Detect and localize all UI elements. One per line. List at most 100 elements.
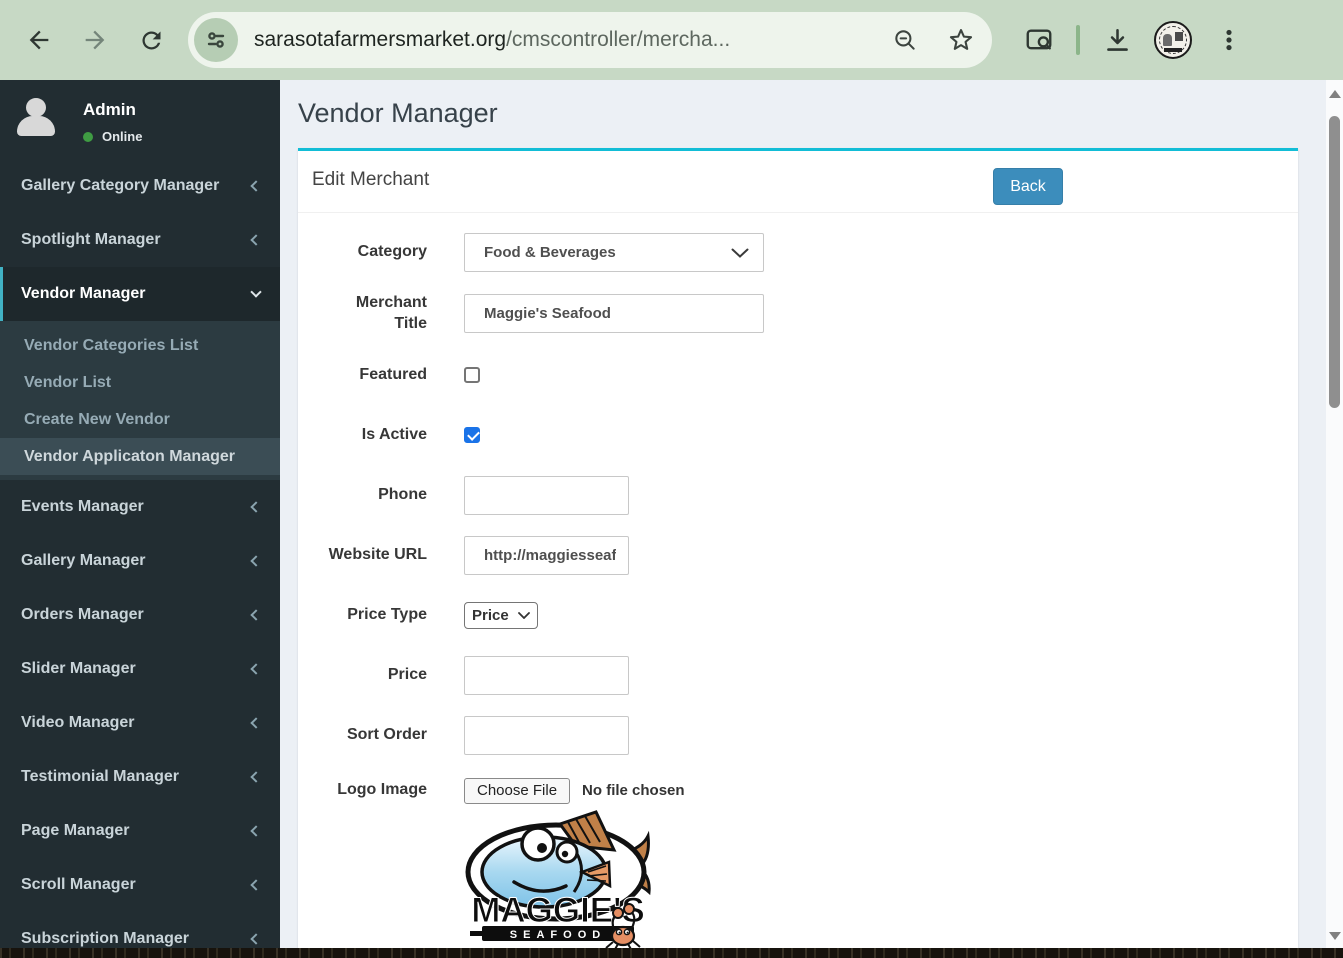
url-text[interactable]: sarasotafarmersmarket.org/cmscontroller/… bbox=[254, 28, 880, 52]
chevron-down-icon bbox=[518, 611, 530, 619]
sort-order-label: Sort Order bbox=[346, 725, 427, 743]
user-panel: Admin Online bbox=[0, 80, 280, 159]
online-status-icon bbox=[83, 131, 93, 142]
sidebar-item-scroll-manager[interactable]: Scroll Manager bbox=[0, 858, 280, 912]
website-url-input[interactable] bbox=[464, 535, 629, 575]
page-bottom-strip bbox=[0, 948, 1343, 958]
scroll-down-arrow[interactable] bbox=[1329, 932, 1341, 940]
category-label: Category bbox=[357, 243, 427, 261]
chevron-left-icon bbox=[250, 825, 262, 837]
sidebar-item-label: Video Manager bbox=[21, 714, 135, 731]
sidebar-item-gallery-manager[interactable]: Gallery Manager bbox=[0, 534, 280, 588]
merchant-logo-image: MAGGIE'S SEAFOOD bbox=[464, 809, 1298, 956]
chevron-left-icon bbox=[250, 180, 262, 192]
submenu-item-label: Create New Vendor bbox=[24, 410, 170, 428]
content-area: Vendor Manager Edit Merchant Back Catego… bbox=[280, 80, 1343, 952]
submenu-item-label: Vendor Categories List bbox=[24, 336, 199, 354]
sidebar-item-video-manager[interactable]: Video Manager bbox=[0, 696, 280, 750]
file-status-text: No file chosen bbox=[582, 782, 685, 800]
category-select[interactable]: Food & Beverages bbox=[464, 233, 764, 272]
chevron-left-icon bbox=[250, 234, 262, 246]
sidebar-item-testimonial-manager[interactable]: Testimonial Manager bbox=[0, 750, 280, 804]
side-panel-search-icon[interactable] bbox=[1024, 25, 1054, 55]
download-icon[interactable] bbox=[1102, 25, 1132, 55]
reload-icon[interactable] bbox=[136, 25, 166, 55]
sidebar-item-label: Gallery Manager bbox=[21, 552, 146, 569]
extension-divider bbox=[1076, 25, 1080, 55]
sidebar-item-slider-manager[interactable]: Slider Manager bbox=[0, 642, 280, 696]
admin-sidebar: Admin Online Gallery Category Manager Sp… bbox=[0, 80, 280, 948]
merchant-title-input[interactable] bbox=[464, 294, 764, 334]
user-name: Admin bbox=[83, 100, 136, 119]
chevron-left-icon bbox=[250, 609, 262, 621]
edit-merchant-form: Category Food & Beverages Merchant Title… bbox=[298, 213, 1298, 956]
merchant-title-label: Merchant Title bbox=[355, 294, 427, 332]
sidebar-item-page-manager[interactable]: Page Manager bbox=[0, 804, 280, 858]
logo-text-secondary: SEAFOOD bbox=[510, 929, 606, 941]
chevron-left-icon bbox=[250, 501, 262, 513]
page-title: Vendor Manager bbox=[298, 98, 498, 128]
sidebar-item-vendor-manager[interactable]: Vendor Manager bbox=[0, 267, 280, 321]
url-bar[interactable]: sarasotafarmersmarket.org/cmscontroller/… bbox=[188, 12, 992, 68]
site-controls-icon[interactable] bbox=[194, 18, 238, 62]
chevron-down-icon bbox=[250, 286, 262, 298]
chevron-left-icon bbox=[250, 771, 262, 783]
url-path: /cmscontroller/mercha... bbox=[506, 28, 731, 51]
vertical-scrollbar[interactable] bbox=[1326, 80, 1343, 948]
browser-toolbar: sarasotafarmersmarket.org/cmscontroller/… bbox=[0, 0, 1343, 80]
chevron-down-icon bbox=[731, 248, 749, 258]
online-status-label: Online bbox=[102, 129, 143, 144]
bookmark-star-icon[interactable] bbox=[946, 25, 976, 55]
price-input[interactable] bbox=[464, 655, 629, 695]
chevron-left-icon bbox=[250, 879, 262, 891]
sidebar-item-label: Events Manager bbox=[21, 498, 144, 515]
sidebar-item-label: Scroll Manager bbox=[21, 876, 136, 893]
browser-menu-icon[interactable] bbox=[1214, 25, 1244, 55]
sort-order-input[interactable] bbox=[464, 715, 629, 755]
price-label: Price bbox=[387, 665, 427, 683]
chevron-left-icon bbox=[250, 663, 262, 675]
sidebar-item-label: Orders Manager bbox=[21, 606, 144, 623]
sidebar-item-label: Testimonial Manager bbox=[21, 768, 179, 785]
choose-file-button[interactable]: Choose File bbox=[464, 777, 571, 804]
website-url-label: Website URL bbox=[328, 545, 427, 563]
logo-image-label: Logo Image bbox=[337, 781, 427, 799]
is-active-checkbox[interactable] bbox=[464, 427, 480, 444]
chevron-left-icon bbox=[250, 717, 262, 729]
sidebar-item-label: Subscription Manager bbox=[21, 930, 190, 947]
submenu-item-vendor-application-manager[interactable]: Vendor Applicaton Manager bbox=[0, 438, 280, 475]
price-type-label: Price Type bbox=[347, 605, 427, 623]
sidebar-item-orders-manager[interactable]: Orders Manager bbox=[0, 588, 280, 642]
sidebar-item-label: Slider Manager bbox=[21, 660, 136, 677]
scrollbar-thumb[interactable] bbox=[1329, 116, 1340, 408]
chevron-left-icon bbox=[250, 933, 262, 945]
url-domain: sarasotafarmersmarket.org bbox=[254, 28, 507, 51]
submenu-item-vendor-list[interactable]: Vendor List bbox=[0, 364, 280, 401]
forward-icon[interactable] bbox=[80, 25, 110, 55]
user-avatar-icon bbox=[13, 95, 59, 141]
sidebar-item-events-manager[interactable]: Events Manager bbox=[0, 480, 280, 534]
price-type-select[interactable]: Price bbox=[464, 601, 538, 629]
sidebar-item-label: Page Manager bbox=[21, 822, 130, 839]
submenu-item-create-new-vendor[interactable]: Create New Vendor bbox=[0, 401, 280, 438]
featured-checkbox[interactable] bbox=[464, 367, 480, 384]
phone-input[interactable] bbox=[464, 475, 629, 515]
panel-title: Edit Merchant bbox=[312, 169, 430, 190]
profile-avatar[interactable] bbox=[1154, 21, 1192, 59]
chevron-left-icon bbox=[250, 555, 262, 567]
submenu-item-label: Vendor Applicaton Manager bbox=[24, 447, 235, 465]
sidebar-item-spotlight-manager[interactable]: Spotlight Manager bbox=[0, 213, 280, 267]
zoom-icon[interactable] bbox=[890, 25, 920, 55]
scroll-up-arrow[interactable] bbox=[1329, 90, 1341, 98]
sidebar-item-label: Gallery Category Manager bbox=[21, 177, 220, 194]
edit-merchant-panel: Edit Merchant Back Category Food & Bever… bbox=[298, 148, 1298, 952]
vendor-manager-submenu: Vendor Categories List Vendor List Creat… bbox=[0, 321, 280, 480]
sidebar-item-gallery-category-manager[interactable]: Gallery Category Manager bbox=[0, 159, 280, 213]
submenu-item-label: Vendor List bbox=[24, 373, 112, 391]
back-button[interactable]: Back bbox=[993, 168, 1063, 205]
back-icon[interactable] bbox=[24, 25, 54, 55]
submenu-item-vendor-categories-list[interactable]: Vendor Categories List bbox=[0, 327, 280, 364]
phone-label: Phone bbox=[378, 485, 427, 503]
sidebar-item-label: Spotlight Manager bbox=[21, 231, 161, 248]
sidebar-item-label: Vendor Manager bbox=[21, 285, 146, 302]
